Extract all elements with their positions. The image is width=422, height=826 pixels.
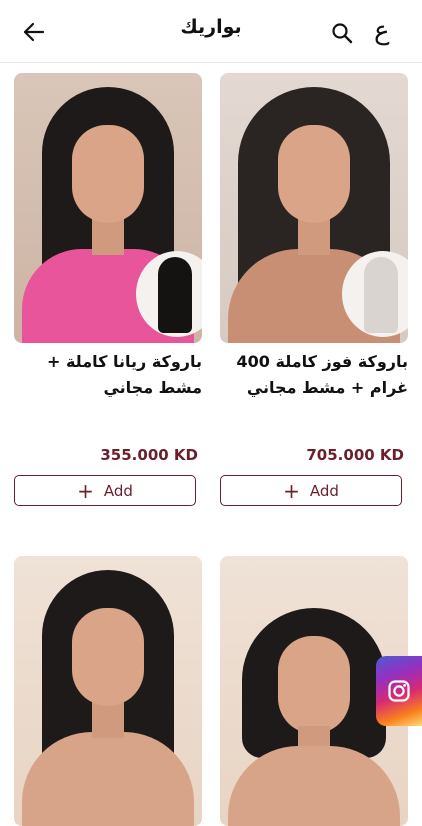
product-image[interactable] xyxy=(14,73,202,343)
search-icon[interactable] xyxy=(331,22,353,44)
arrow-left-icon[interactable] xyxy=(23,22,45,42)
language-toggle[interactable]: ع xyxy=(374,15,390,47)
add-button-label: Add xyxy=(309,481,339,500)
plus-icon: + xyxy=(77,478,94,503)
instagram-icon xyxy=(388,680,410,702)
add-button-label: Add xyxy=(103,481,133,500)
product-price: 705.000 KD xyxy=(306,446,404,464)
product-name[interactable]: باروكة فوز كاملة 400 غرام + مشط مجاني xyxy=(220,349,408,401)
add-to-cart-button[interactable]: + Add xyxy=(14,475,196,506)
plus-icon: + xyxy=(283,478,300,503)
top-bar: ع بواريك xyxy=(0,0,422,63)
add-to-cart-button[interactable]: + Add xyxy=(220,475,402,506)
product-image[interactable] xyxy=(14,556,202,826)
product-image[interactable] xyxy=(220,73,408,343)
instagram-button[interactable] xyxy=(376,656,422,726)
page-title: بواريك xyxy=(180,16,242,38)
product-name[interactable]: باروكة ريانا كاملة + مشط مجاني xyxy=(14,349,202,401)
product-price: 355.000 KD xyxy=(100,446,198,464)
